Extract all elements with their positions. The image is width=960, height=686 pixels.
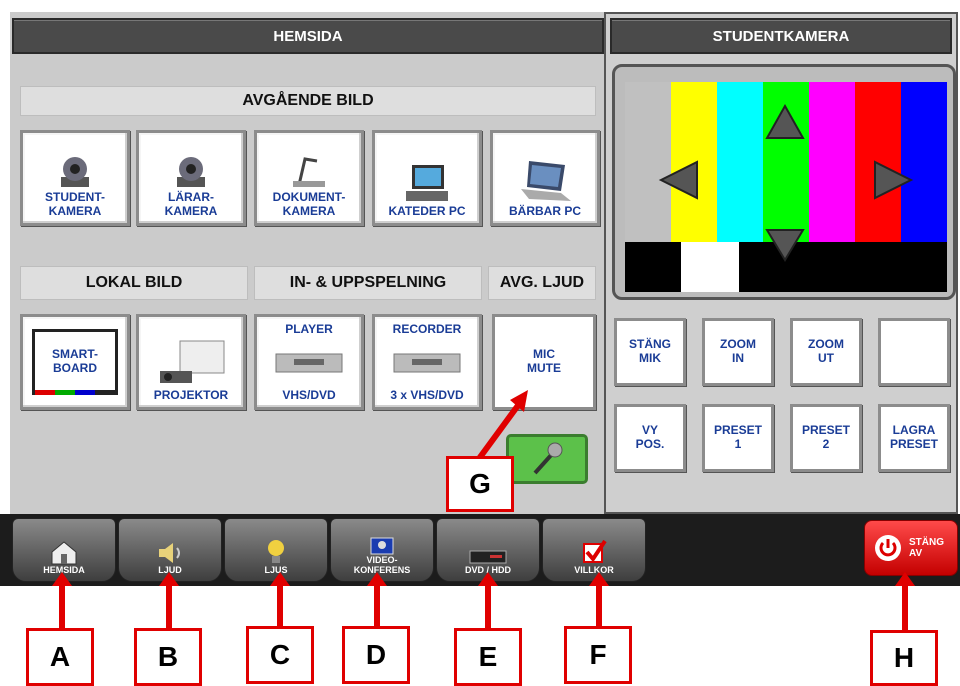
ptz-camera-icon — [177, 157, 205, 188]
callout-b-arrow — [166, 580, 172, 628]
home-panel-title: HEMSIDA — [12, 18, 604, 54]
callout-c-arrowhead — [270, 572, 290, 586]
desktop-pc-icon — [406, 165, 448, 202]
callout-f: F — [564, 626, 632, 684]
callout-e: E — [454, 628, 522, 686]
callout-d: D — [342, 626, 410, 684]
callout-d-arrowhead — [367, 572, 387, 586]
vcr-icon — [275, 353, 343, 373]
power-icon — [875, 535, 901, 561]
projector-button[interactable]: PROJEKTOR — [136, 314, 246, 410]
section-local-image: LOKAL BILD — [20, 266, 248, 300]
player-button[interactable]: PLAYER VHS/DVD — [254, 314, 364, 410]
student-camera-button[interactable]: STUDENT- KAMERA — [20, 130, 130, 226]
view-position-button[interactable]: VY POS. — [614, 404, 686, 472]
callout-c-arrow — [277, 580, 283, 628]
laptop-label: BÄRBAR PC — [509, 204, 581, 219]
video-conference-icon — [370, 537, 394, 555]
preset-2-button[interactable]: PRESET 2 — [790, 404, 862, 472]
recorder-label: RECORDER — [392, 322, 462, 336]
dvd-player-icon — [469, 550, 507, 564]
laptop-button[interactable]: BÄRBAR PC — [490, 130, 600, 226]
callout-h: H — [870, 630, 938, 686]
preset-1-button[interactable]: PRESET 1 — [702, 404, 774, 472]
callout-a-arrowhead — [52, 572, 72, 586]
section-outgoing-image: AVGÅENDE BILD — [20, 86, 596, 116]
house-icon — [51, 540, 77, 565]
teacher-camera-button[interactable]: LÄRAR- KAMERA — [136, 130, 246, 226]
teacher-camera-label: LÄRAR- KAMERA — [164, 190, 218, 219]
callout-f-arrow — [596, 580, 602, 626]
speaker-icon — [159, 542, 180, 563]
zoom-in-button[interactable]: ZOOM IN — [702, 318, 774, 386]
callout-g: G — [446, 456, 514, 512]
smartboard-button[interactable]: SMART- BOARD — [20, 314, 130, 410]
power-off-label: STÄNG AV — [909, 537, 944, 559]
recorder-button[interactable]: RECORDER 3 x VHS/DVD — [372, 314, 482, 410]
projector-label: PROJEKTOR — [153, 388, 229, 403]
callout-b: B — [134, 628, 202, 686]
callout-h-arrow — [902, 580, 908, 630]
desk-pc-button[interactable]: KATEDER PC — [372, 130, 482, 226]
section-playback: IN- & UPPSPELNING — [254, 266, 482, 300]
smartboard-icon: SMART- BOARD — [32, 329, 118, 395]
callout-a-arrow — [59, 580, 65, 628]
laptop-icon — [521, 161, 571, 202]
save-preset-button[interactable]: LAGRA PRESET — [878, 404, 950, 472]
student-camera-label: STUDENT- KAMERA — [45, 190, 105, 219]
callout-e-arrowhead — [478, 572, 498, 586]
power-off-button[interactable]: STÄNG AV — [864, 520, 958, 576]
callout-b-arrowhead — [159, 572, 179, 586]
desk-pc-label: KATEDER PC — [388, 204, 466, 219]
camera-preview — [625, 82, 947, 292]
lightbulb-icon — [268, 539, 284, 563]
section-audio-out: AVG. LJUD — [488, 266, 596, 300]
zoom-out-button[interactable]: ZOOM UT — [790, 318, 862, 386]
mute-mic-button[interactable]: STÄNG MIK — [614, 318, 686, 386]
document-camera-icon — [293, 157, 325, 188]
blank-button[interactable] — [878, 318, 950, 386]
callout-e-arrow — [485, 580, 491, 628]
callout-d-arrow — [374, 580, 380, 626]
player-format-label: VHS/DVD — [282, 388, 336, 403]
player-label: PLAYER — [285, 322, 333, 336]
camera-panel-title: STUDENTKAMERA — [610, 18, 952, 54]
recorder-format-label: 3 x VHS/DVD — [390, 388, 464, 403]
callout-g-arrow — [475, 390, 528, 462]
projector-icon — [160, 340, 225, 384]
callout-a: A — [26, 628, 94, 686]
callout-f-arrowhead — [589, 572, 609, 586]
ptz-camera-icon — [61, 157, 89, 188]
callout-h-arrowhead — [895, 572, 915, 586]
callout-c: C — [246, 626, 314, 684]
checkbox-icon — [583, 539, 607, 563]
vcr-icon — [393, 353, 461, 373]
document-camera-label: DOKUMENT- KAMERA — [272, 190, 346, 219]
document-camera-button[interactable]: DOKUMENT- KAMERA — [254, 130, 364, 226]
smartboard-label: SMART- BOARD — [52, 347, 98, 375]
